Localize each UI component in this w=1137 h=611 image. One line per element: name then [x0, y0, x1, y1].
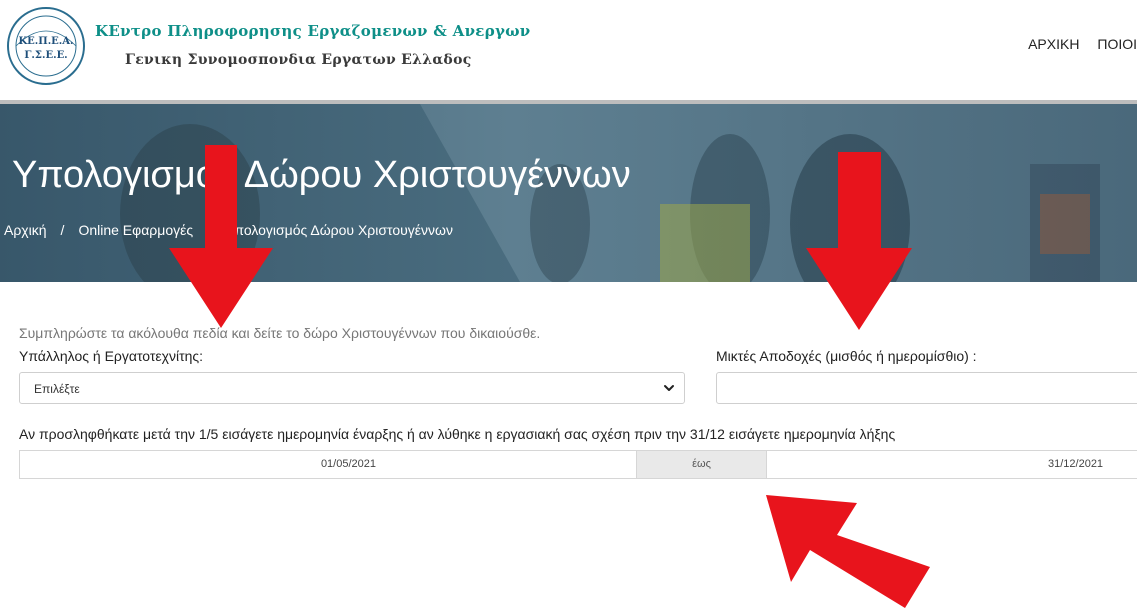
start-date-input[interactable]: 01/05/2021: [20, 451, 636, 478]
employee-type-selected-value: Επιλέξτε: [34, 382, 80, 396]
date-range-group: 01/05/2021 έως 31/12/2021: [19, 450, 1137, 479]
svg-text:Γ.Σ.Ε.Ε.: Γ.Σ.Ε.Ε.: [24, 50, 67, 61]
svg-text:ΚΕ.Π.Ε.Α.: ΚΕ.Π.Ε.Α.: [18, 36, 73, 47]
breadcrumb-current: Υπολογισμός Δώρου Χριστουγέννων: [225, 222, 453, 238]
breadcrumb-separator: /: [60, 222, 65, 238]
nav-item-who[interactable]: ΠΟΙΟΙ: [1097, 36, 1137, 52]
organization-name: ΚΕντρο Πληροφορησης Εργαζομενων & Ανεργω…: [95, 22, 531, 40]
red-arrow-up-left: [766, 495, 930, 608]
end-date-input[interactable]: 31/12/2021: [768, 451, 1137, 478]
start-date-value: 01/05/2021: [320, 458, 376, 470]
employee-type-select[interactable]: Επιλέξτε: [19, 372, 685, 404]
main-nav: ΑΡΧΙΚΗ ΠΟΙΟΙ: [1014, 36, 1137, 52]
breadcrumb-separator: /: [207, 222, 212, 238]
gross-pay-label: Μικτές Αποδοχές (μισθός ή ημερομίσθιο) :: [716, 348, 977, 364]
hero-banner: Υπολογισμός Δώρου Χριστουγέννων Αρχική / O…: [0, 104, 1137, 282]
federation-name: Γενικη Συνομοσπονδια Εργατων Ελλαδος: [125, 52, 472, 68]
breadcrumb-home[interactable]: Αρχική: [4, 222, 47, 238]
date-range-separator: έως: [636, 451, 767, 478]
dates-label: Αν προσληφθήκατε μετά την 1/5 εισάγετε η…: [19, 426, 896, 442]
organization-logo[interactable]: ΚΕ.Π.Ε.Α. Γ.Σ.Ε.Ε.: [6, 6, 86, 86]
end-date-value: 31/12/2021: [1048, 458, 1104, 470]
breadcrumb-online-apps[interactable]: Online Εφαρμογές: [78, 222, 193, 238]
site-header: ΚΕ.Π.Ε.Α. Γ.Σ.Ε.Ε. ΚΕντρο Πληροφορησης Ε…: [0, 0, 1137, 104]
nav-item-home[interactable]: ΑΡΧΙΚΗ: [1028, 36, 1079, 52]
form-intro-text: Συμπληρώστε τα ακόλουθα πεδία και δείτε …: [19, 325, 541, 341]
employee-type-label: Υπάλληλος ή Εργατοτεχνίτης:: [19, 348, 204, 364]
date-separator-text: έως: [692, 458, 711, 470]
chevron-down-icon: [664, 385, 674, 391]
breadcrumb: Αρχική / Online Εφαρμογές / Υπολογισμός Δώρο…: [4, 222, 453, 238]
page-title: Υπολογισμός Δώρου Χριστουγέννων: [12, 154, 631, 196]
gross-pay-input[interactable]: [716, 372, 1137, 404]
